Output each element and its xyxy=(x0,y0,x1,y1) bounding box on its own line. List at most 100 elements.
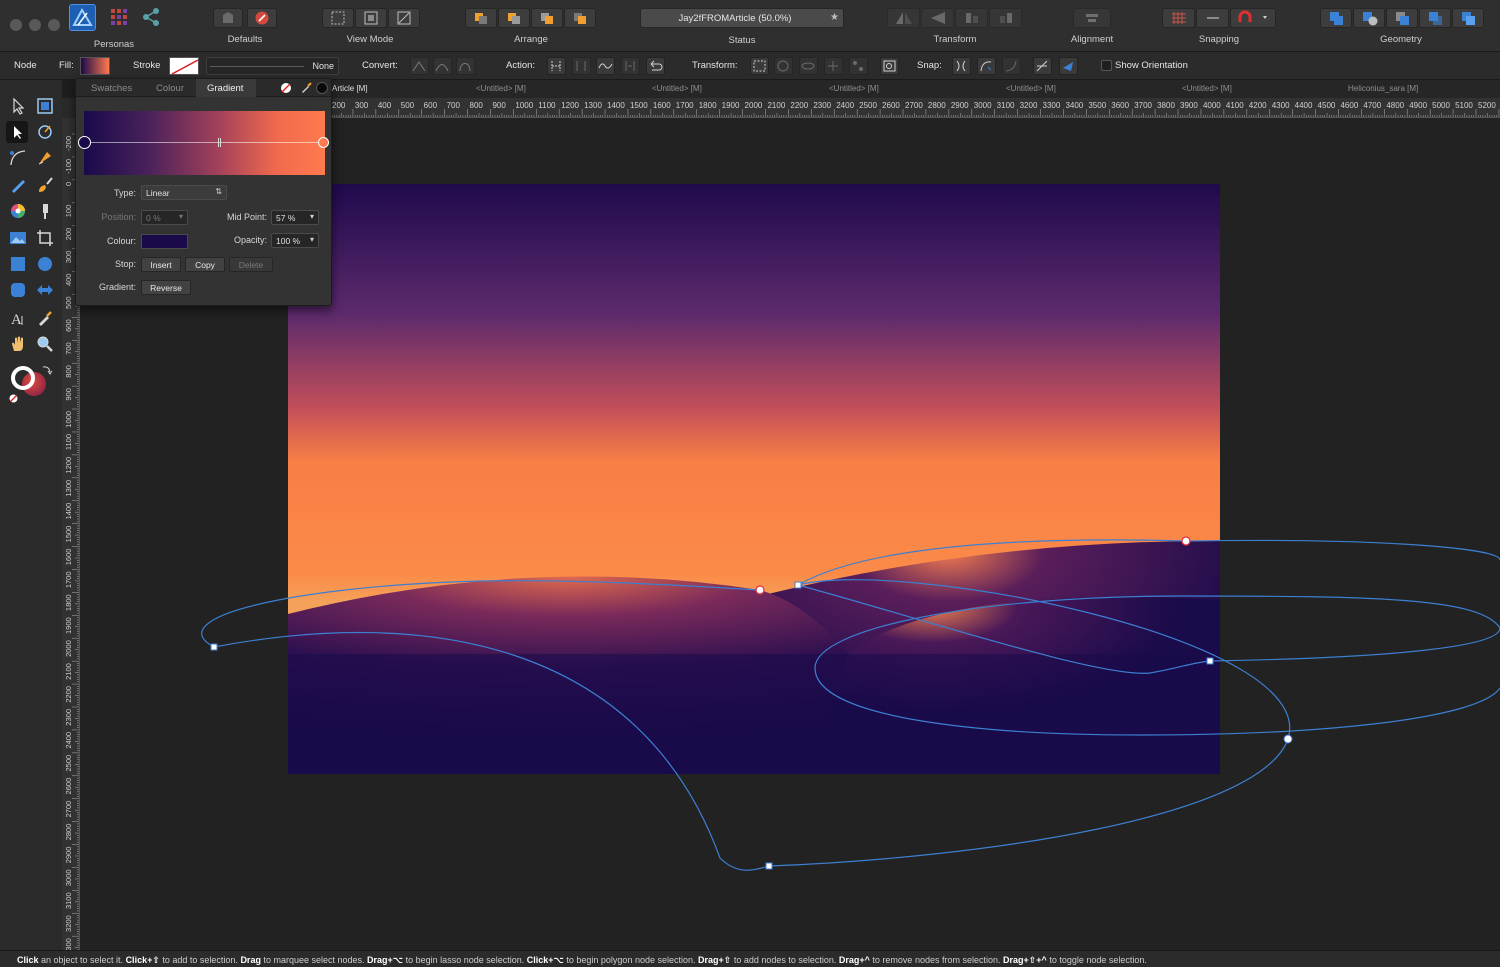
path-node[interactable] xyxy=(794,581,802,589)
pencil-tool[interactable] xyxy=(8,175,28,195)
document-tab-active[interactable]: Article [M] xyxy=(332,84,368,93)
corner-tool[interactable] xyxy=(8,148,28,168)
document-tab[interactable]: <Untitled> [M] xyxy=(476,84,526,93)
color-picker-tool[interactable] xyxy=(35,308,55,328)
minimize-window-button[interactable] xyxy=(29,19,41,31)
snapping-grid-button[interactable] xyxy=(1162,8,1195,28)
gradient-end-stop[interactable] xyxy=(318,137,329,148)
transform-origin-button[interactable] xyxy=(880,57,899,75)
snap-angle-button[interactable] xyxy=(1033,57,1052,75)
zoom-window-button[interactable] xyxy=(48,19,60,31)
stroke-swatch[interactable] xyxy=(169,57,199,75)
double-arrow-tool[interactable] xyxy=(35,280,55,300)
swap-colors-icon[interactable] xyxy=(41,364,53,376)
insert-stop-button[interactable]: Insert xyxy=(141,257,181,272)
curve-middle[interactable] xyxy=(797,584,1500,674)
smooth-curve-button[interactable] xyxy=(596,57,615,75)
curve-top-right[interactable] xyxy=(797,539,1500,586)
crop-tool[interactable] xyxy=(35,228,55,248)
position-field[interactable]: 0 % ▾ xyxy=(141,210,188,225)
tab-gradient[interactable]: Gradient xyxy=(207,83,243,94)
fill-tool[interactable] xyxy=(8,201,28,221)
divide-geometry-button[interactable] xyxy=(1452,8,1484,28)
path-node[interactable] xyxy=(210,643,218,651)
document-tab[interactable]: <Untitled> [M] xyxy=(1182,84,1232,93)
horizontal-ruler[interactable]: 200 300 400 500 600 700 800 900 1000 1100 1200 1300… xyxy=(330,98,1500,118)
close-window-button[interactable] xyxy=(10,19,22,31)
artboard-tool[interactable] xyxy=(35,96,55,116)
designer-persona-button[interactable] xyxy=(69,4,96,31)
pixel-persona-button[interactable] xyxy=(110,8,128,26)
view-tool[interactable] xyxy=(8,334,28,354)
view-mode-vector-button[interactable] xyxy=(322,8,354,28)
stop-colour-swatch[interactable] xyxy=(141,234,188,249)
snap-curve-button[interactable] xyxy=(977,57,996,75)
snap-direction-button[interactable] xyxy=(1059,57,1078,75)
xor-geometry-button[interactable] xyxy=(1419,8,1451,28)
color-swatches-widget[interactable] xyxy=(6,364,56,404)
midpoint-field[interactable]: 57 % ▾ xyxy=(271,210,319,225)
pen-tool[interactable] xyxy=(35,148,55,168)
path-node[interactable] xyxy=(765,862,773,870)
curve-left-arc[interactable] xyxy=(201,580,761,648)
alignment-button[interactable] xyxy=(1073,8,1111,28)
document-tab[interactable]: Heliconius_sara [M] xyxy=(1348,84,1418,93)
tab-swatches[interactable]: Swatches xyxy=(91,83,132,94)
rotate-left-button[interactable] xyxy=(955,8,988,28)
view-mode-pixel-button[interactable] xyxy=(355,8,387,28)
transform-nodes-button[interactable] xyxy=(849,57,868,75)
export-persona-button[interactable] xyxy=(142,8,160,26)
gradient-type-dropdown[interactable]: Linear ⇅ xyxy=(141,185,227,200)
point-transform-tool[interactable] xyxy=(35,122,55,142)
convert-sharp-button[interactable] xyxy=(410,57,429,75)
path-node-end[interactable] xyxy=(1181,536,1191,546)
gradient-preview-bar[interactable] xyxy=(78,111,329,175)
view-mode-retina-button[interactable] xyxy=(388,8,420,28)
synchronise-defaults-button[interactable] xyxy=(213,8,243,28)
curve-ellipse[interactable] xyxy=(814,595,1500,736)
tab-colour[interactable]: Colour xyxy=(156,83,184,94)
gradient-start-stop[interactable] xyxy=(78,136,91,149)
picked-colour-well[interactable] xyxy=(316,82,328,94)
reverse-gradient-button[interactable]: Reverse xyxy=(141,280,191,295)
rounded-rectangle-tool[interactable] xyxy=(8,280,28,300)
move-forward-one-button[interactable] xyxy=(531,8,563,28)
add-geometry-button[interactable] xyxy=(1320,8,1352,28)
zoom-tool[interactable] xyxy=(35,334,55,354)
subtract-geometry-button[interactable] xyxy=(1353,8,1385,28)
vector-brush-tool[interactable] xyxy=(35,175,55,195)
intersect-geometry-button[interactable] xyxy=(1386,8,1418,28)
move-to-front-button[interactable] xyxy=(564,8,596,28)
star-icon[interactable]: ★ xyxy=(830,12,839,23)
revert-defaults-button[interactable] xyxy=(247,8,277,28)
move-to-back-button[interactable] xyxy=(465,8,497,28)
snapping-nodes-button[interactable] xyxy=(1196,8,1229,28)
document-tab[interactable]: <Untitled> [M] xyxy=(1006,84,1056,93)
transform-option-button[interactable] xyxy=(799,57,818,75)
transform-center-button[interactable] xyxy=(824,57,843,75)
no-color-icon[interactable] xyxy=(9,394,18,403)
copy-stop-button[interactable]: Copy xyxy=(185,257,225,272)
stroke-color-well[interactable] xyxy=(11,366,35,390)
path-node-end[interactable] xyxy=(755,585,765,595)
break-curve-button[interactable] xyxy=(547,57,566,75)
artistic-text-tool[interactable]: A xyxy=(8,308,28,328)
gradient-midpoint-handle[interactable] xyxy=(218,138,221,147)
join-curves-button[interactable] xyxy=(621,57,640,75)
ellipse-tool[interactable] xyxy=(35,254,55,274)
node-tool[interactable] xyxy=(6,121,28,143)
eyedropper-icon[interactable] xyxy=(300,81,313,94)
close-curve-button[interactable] xyxy=(572,57,591,75)
snap-nodes-button[interactable] xyxy=(952,57,971,75)
move-back-one-button[interactable] xyxy=(498,8,530,28)
move-tool[interactable] xyxy=(8,96,28,116)
path-node-smooth[interactable] xyxy=(1283,734,1293,744)
document-tab[interactable]: <Untitled> [M] xyxy=(652,84,702,93)
fill-swatch[interactable] xyxy=(80,57,110,75)
document-tab[interactable]: <Untitled> [M] xyxy=(829,84,879,93)
convert-smooth-button[interactable] xyxy=(433,57,452,75)
flip-horizontal-button[interactable] xyxy=(887,8,920,28)
convert-smart-button[interactable] xyxy=(456,57,475,75)
curve-lower-loop[interactable] xyxy=(213,579,1291,871)
path-node[interactable] xyxy=(1206,657,1214,665)
